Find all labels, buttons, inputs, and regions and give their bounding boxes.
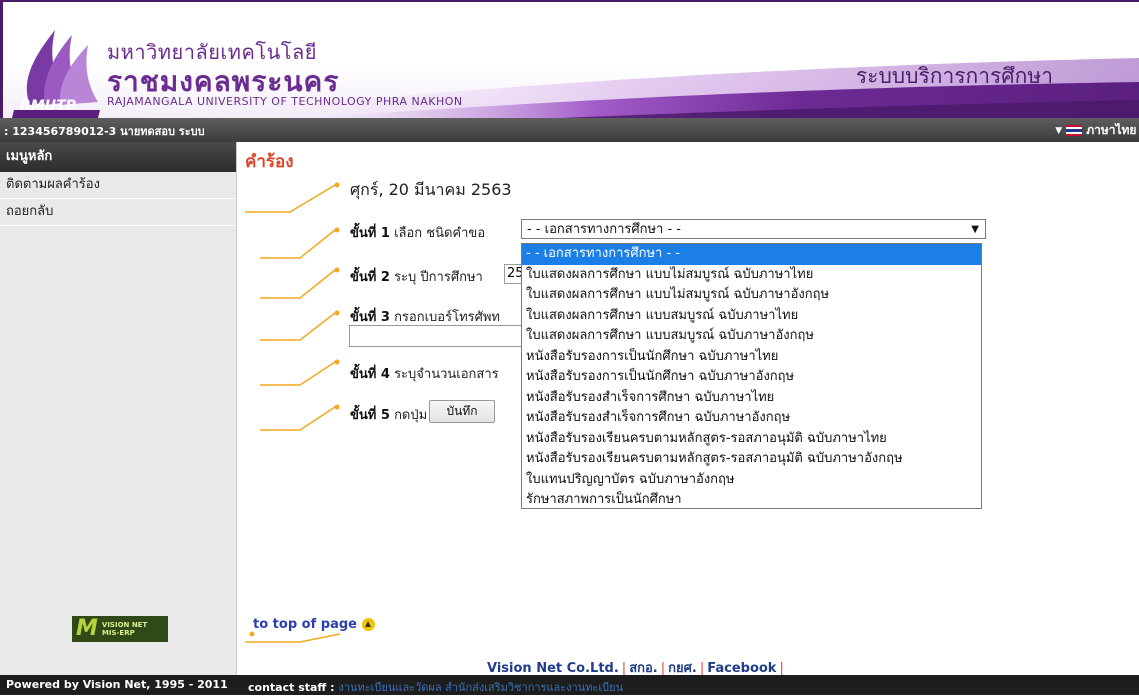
vision-net-logo-text: VISION NET MIS-ERP xyxy=(101,621,148,637)
step-5-text: กดปุ่ม xyxy=(394,408,428,423)
step-5: ขั้นที่ 5 กดปุ่ม xyxy=(350,404,427,425)
step-1-label: ขั้นที่ 1 xyxy=(350,226,390,241)
save-button[interactable]: บันทึก xyxy=(429,400,495,423)
university-name-en: RAJAMANGALA UNIVERSITY OF TECHNOLOGY PHR… xyxy=(107,95,463,108)
sidebar-title: เมนูหลัก xyxy=(0,142,236,172)
dropdown-option[interactable]: ใบแสดงผลการศึกษา แบบไม่สมบูรณ์ ฉบับภาษาไ… xyxy=(522,265,981,286)
footer-separator: | xyxy=(699,661,705,676)
contact-link[interactable]: งานทะเบียนและวัดผล สำนักส่งเสริมวิชาการแ… xyxy=(338,681,623,694)
footer-link-skor[interactable]: สกอ. xyxy=(629,661,658,676)
thai-flag-icon xyxy=(1066,125,1083,136)
step-3: ขั้นที่ 3 กรอกเบอร์โทรศัพท xyxy=(350,306,500,327)
page-title: คำร้อง xyxy=(245,152,294,172)
contact-staff: contact staff : งานทะเบียนและวัดผล สำนัก… xyxy=(248,678,623,696)
sidebar: เมนูหลัก ติดตามผลคำร้อง ถอยกลับ M VISION… xyxy=(0,142,237,675)
language-label: ภาษาไทย xyxy=(1086,123,1137,137)
step-1-text: เลือก ชนิดคำขอ xyxy=(394,226,486,241)
step-3-text: กรอกเบอร์โทรศัพท xyxy=(394,310,501,325)
system-title: ระบบบริการการศึกษา xyxy=(855,64,1053,88)
footer-separator: | xyxy=(779,661,784,676)
dropdown-option[interactable]: - - เอกสารทางการศึกษา - - xyxy=(522,244,981,265)
to-top-link-text: to top of page xyxy=(253,617,357,632)
dropdown-arrow-icon: ▼ xyxy=(971,224,979,235)
current-date: ศุกร์, 20 มีนาคม 2563 xyxy=(350,180,512,199)
request-type-dropdown-list: - - เอกสารทางการศึกษา - - ใบแสดงผลการศึกษ… xyxy=(521,243,982,509)
step-2: ขั้นที่ 2 ระบุ ปีการศึกษา xyxy=(350,266,483,287)
step-4-label: ขั้นที่ 4 xyxy=(350,367,390,382)
academic-year-input[interactable]: 25 xyxy=(504,264,522,284)
sidebar-item-track-request[interactable]: ติดตามผลคำร้อง xyxy=(0,172,236,199)
logo-abbreviation: RMUTP xyxy=(20,98,76,114)
sidebar-item-back[interactable]: ถอยกลับ xyxy=(0,199,236,226)
step-5-label: ขั้นที่ 5 xyxy=(350,408,390,423)
bottom-bar: Powered by Vision Net, 1995 - 2011 conta… xyxy=(0,675,1139,695)
vision-net-logo: M VISION NET MIS-ERP xyxy=(72,616,168,642)
footer-separator: | xyxy=(621,661,627,676)
step-1: ขั้นที่ 1 เลือก ชนิดคำขอ xyxy=(350,222,485,243)
vision-net-m-icon: M xyxy=(76,616,98,641)
dropdown-option[interactable]: ใบแสดงผลการศึกษา แบบไม่สมบูรณ์ ฉบับภาษาอ… xyxy=(522,285,981,306)
step-4-text: ระบุจำนวนเอกสาร xyxy=(394,367,499,382)
step-2-label: ขั้นที่ 2 xyxy=(350,270,390,285)
dropdown-option[interactable]: หนังสือรับรองการเป็นนักศึกษา ฉบับภาษาอัง… xyxy=(522,367,981,388)
arrow-up-icon xyxy=(361,618,375,631)
header: มหาวิทยาลัยเทคโนโลยี ราชมงคลพระนคร RAJAM… xyxy=(0,0,1139,118)
dropdown-option[interactable]: ใบแสดงผลการศึกษา แบบสมบูรณ์ ฉบับภาษาไทย xyxy=(522,306,981,327)
footer-link-kyor[interactable]: กยศ. xyxy=(668,661,697,676)
step-3-label: ขั้นที่ 3 xyxy=(350,310,390,325)
user-bar: : 123456789012-3 นายทดสอบ ระบบ ▼ ภาษาไทย… xyxy=(0,118,1139,142)
language-selector[interactable]: ▼ ภาษาไทย ▾ xyxy=(1055,121,1139,140)
dropdown-option[interactable]: หนังสือรับรองการเป็นนักศึกษา ฉบับภาษาไทย xyxy=(522,347,981,368)
footer-link-visionnet[interactable]: Vision Net Co.Ltd. xyxy=(487,661,619,676)
dropdown-option[interactable]: รักษาสภาพการเป็นนักศึกษา xyxy=(522,490,981,511)
contact-label: contact staff : xyxy=(248,681,335,694)
footer-link-facebook[interactable]: Facebook xyxy=(707,661,776,676)
footer-separator: | xyxy=(660,661,666,676)
step-2-text: ระบุ ปีการศึกษา xyxy=(394,270,483,285)
dropdown-option[interactable]: ใบแสดงผลการศึกษา แบบสมบูรณ์ ฉบับภาษาอังก… xyxy=(522,326,981,347)
dropdown-option[interactable]: หนังสือรับรองเรียนครบตามหลักสูตร-รอสภาอน… xyxy=(522,429,981,450)
dropdown-option[interactable]: ใบแทนปริญญาบัตร ฉบับภาษาอังกฤษ xyxy=(522,470,981,491)
dropdown-option[interactable]: หนังสือรับรองเรียนครบตามหลักสูตร-รอสภาอน… xyxy=(522,449,981,470)
request-type-select[interactable]: - - เอกสารทางการศึกษา - - ▼ xyxy=(521,219,986,239)
dropdown-option[interactable]: หนังสือรับรองสำเร็จการศึกษา ฉบับภาษาไทย xyxy=(522,388,981,409)
dropdown-option[interactable]: หนังสือรับรองสำเร็จการศึกษา ฉบับภาษาอังก… xyxy=(522,408,981,429)
user-info: : 123456789012-3 นายทดสอบ ระบบ xyxy=(4,125,205,138)
phone-number-input[interactable] xyxy=(349,325,523,347)
step-4: ขั้นที่ 4 ระบุจำนวนเอกสาร xyxy=(350,363,499,384)
to-top-link[interactable]: to top of page xyxy=(253,617,375,632)
powered-by: Powered by Vision Net, 1995 - 2011 xyxy=(6,678,228,691)
dropdown-arrow-icon: ▼ xyxy=(1055,125,1063,136)
select-value: - - เอกสารทางการศึกษา - - xyxy=(527,222,681,237)
